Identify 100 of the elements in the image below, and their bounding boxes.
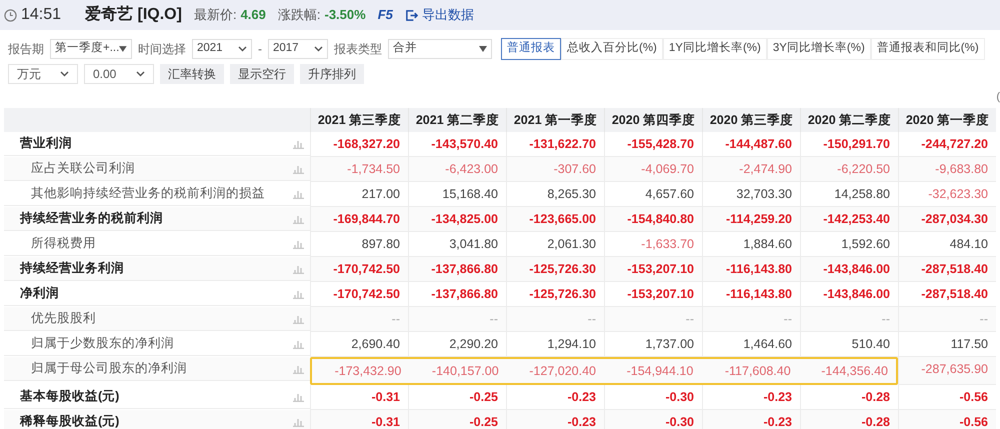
chart-icon[interactable] (293, 264, 304, 274)
chart-icon[interactable] (293, 416, 304, 426)
table-cell-text: -0.30 (664, 414, 695, 429)
chart-icon[interactable] (293, 238, 304, 248)
chart-icon[interactable] (293, 188, 304, 198)
table-cell-text: 484.10 (948, 236, 989, 253)
stock-name: 爱奇艺 [IQ.O] (85, 4, 182, 25)
row-label: 优先股股利 (31, 310, 96, 328)
table-cell-text: 14,258.80 (833, 186, 891, 203)
table-cell-text: -155,428.70 (626, 136, 695, 153)
chevron-icon (314, 46, 323, 52)
select-field[interactable]: 2021 (192, 39, 252, 59)
select-field[interactable]: 第一季度+... (50, 39, 132, 59)
table-cell-text: 217.00 (360, 186, 401, 203)
toolbar-button[interactable]: 汇率转换 (160, 64, 224, 84)
table-cell-text: -0.25 (468, 414, 499, 429)
table-cell-text: -- (586, 310, 597, 328)
table-cell-text: -- (488, 310, 499, 328)
table-cell-text: -154,944.10 (626, 362, 694, 380)
chart-icon[interactable] (293, 338, 304, 348)
chart-icon[interactable] (293, 288, 304, 298)
row-label: 其他影响持续经营业务的税前利润的损益 (31, 185, 265, 202)
table-cell-text: 8,265.30 (546, 186, 597, 203)
table-cell-text: -117,608.40 (724, 362, 792, 380)
chevron-icon (60, 71, 69, 77)
table-cell-text: -153,207.10 (626, 286, 695, 303)
column-header: 2021 第一季度 (506, 108, 604, 132)
chart-icon[interactable] (293, 164, 304, 174)
select-field[interactable]: 2017 (268, 39, 328, 59)
table-cell-text: 2,690.40 (350, 336, 401, 353)
table-cell-text: -127,020.40 (528, 362, 597, 380)
table-cell-text: -- (880, 310, 891, 328)
table-cell-text: -170,742.50 (332, 286, 401, 303)
table-cell-text: -114,259.20 (724, 210, 793, 228)
table-cell-text: -- (390, 310, 401, 328)
price-label: 最新价: (194, 6, 237, 24)
chart-icon[interactable] (293, 364, 304, 374)
table-cell-text: -168,327.20 (332, 136, 401, 153)
table-cell-text: 2,290.20 (448, 336, 499, 353)
clock-time: 14:51 (21, 5, 62, 25)
table-cell-text: -143,846.00 (822, 260, 891, 278)
table-cell-text: -116,143.80 (724, 260, 793, 278)
chart-icon[interactable] (293, 138, 304, 148)
chevron-icon (238, 46, 247, 52)
table-cell-text: -6,220.50 (836, 160, 891, 178)
row-label: 所得税费用 (31, 235, 96, 252)
filter-label: 报表类型 (334, 41, 382, 58)
table-cell-text: -307.60 (552, 160, 597, 178)
export-icon (404, 8, 418, 22)
row-label: 营业利润 (20, 135, 72, 152)
row-label: 持续经营业务利润 (20, 260, 124, 278)
table-cell-text: -137,866.80 (430, 260, 499, 278)
table-cell-text: -0.28 (860, 388, 891, 406)
toolbar-button[interactable]: 显示空行 (230, 64, 294, 84)
table-cell-text: -244,727.20 (920, 136, 989, 153)
table-cell-text: -0.28 (860, 414, 891, 429)
table-cell-text: -125,726.30 (528, 260, 597, 278)
table-cell-text: 3,041.80 (448, 236, 499, 253)
chart-icon[interactable] (293, 392, 304, 402)
view-tab[interactable]: 1Y同比增长率(%) (662, 38, 767, 60)
table-cell-text: 1,592.60 (840, 236, 891, 253)
chart-icon[interactable] (293, 214, 304, 224)
table-cell-text: -143,846.00 (822, 286, 891, 303)
chart-icon[interactable] (293, 314, 304, 324)
table-cell-text: -0.23 (566, 388, 597, 406)
table-cell-text: 1,884.60 (742, 236, 793, 253)
table-cell-text: -0.23 (762, 414, 793, 429)
table-cell-text: -153,207.10 (626, 260, 695, 278)
view-tab[interactable]: 普通报表和同比(%) (870, 38, 985, 60)
table-cell-text: -169,844.70 (332, 210, 401, 228)
chevron-icon (136, 71, 145, 77)
view-tab[interactable]: 普通报表 (501, 38, 561, 60)
view-tab[interactable]: 3Y同比增长率(%) (766, 38, 871, 60)
unit-note: ( (996, 90, 1000, 105)
table-cell-text: 15,168.40 (441, 186, 499, 203)
toolbar-button[interactable]: 升序排列 (300, 64, 364, 84)
row-label: 归属于少数股东的净利润 (31, 335, 174, 352)
table-cell-text: 1,737.00 (644, 336, 695, 353)
table-cell-text: -0.31 (370, 388, 401, 406)
export-button[interactable]: 导出数据 (404, 5, 474, 25)
table-cell-text: 117.50 (950, 336, 989, 353)
select-field[interactable]: 合并 (388, 39, 492, 59)
clock-icon (4, 8, 17, 22)
price-value: 4.69 (240, 6, 266, 24)
row-label: 持续经营业务的税前利润 (20, 210, 163, 228)
table-cell-text: -143,570.40 (430, 136, 499, 153)
table-cell-text: 510.40 (850, 336, 891, 353)
refresh-button[interactable]: F5 (378, 5, 393, 25)
view-tab[interactable]: 总收入百分比(%) (561, 38, 663, 60)
select-field[interactable]: 万元 (8, 64, 78, 84)
select-field[interactable]: 0.00 (84, 64, 154, 84)
table-cell-text: -0.23 (566, 414, 597, 429)
table-cell-text: -134,825.00 (430, 210, 499, 228)
dropdown-icon (479, 46, 487, 52)
dropdown-icon (119, 46, 127, 52)
table-cell-text: -150,291.70 (822, 136, 891, 153)
row-label: 稀释每股收益(元) (20, 413, 120, 429)
table-cell-text: -131,622.70 (528, 136, 597, 153)
column-header: 2021 第二季度 (408, 108, 506, 132)
table-cell-text: -- (782, 310, 793, 328)
